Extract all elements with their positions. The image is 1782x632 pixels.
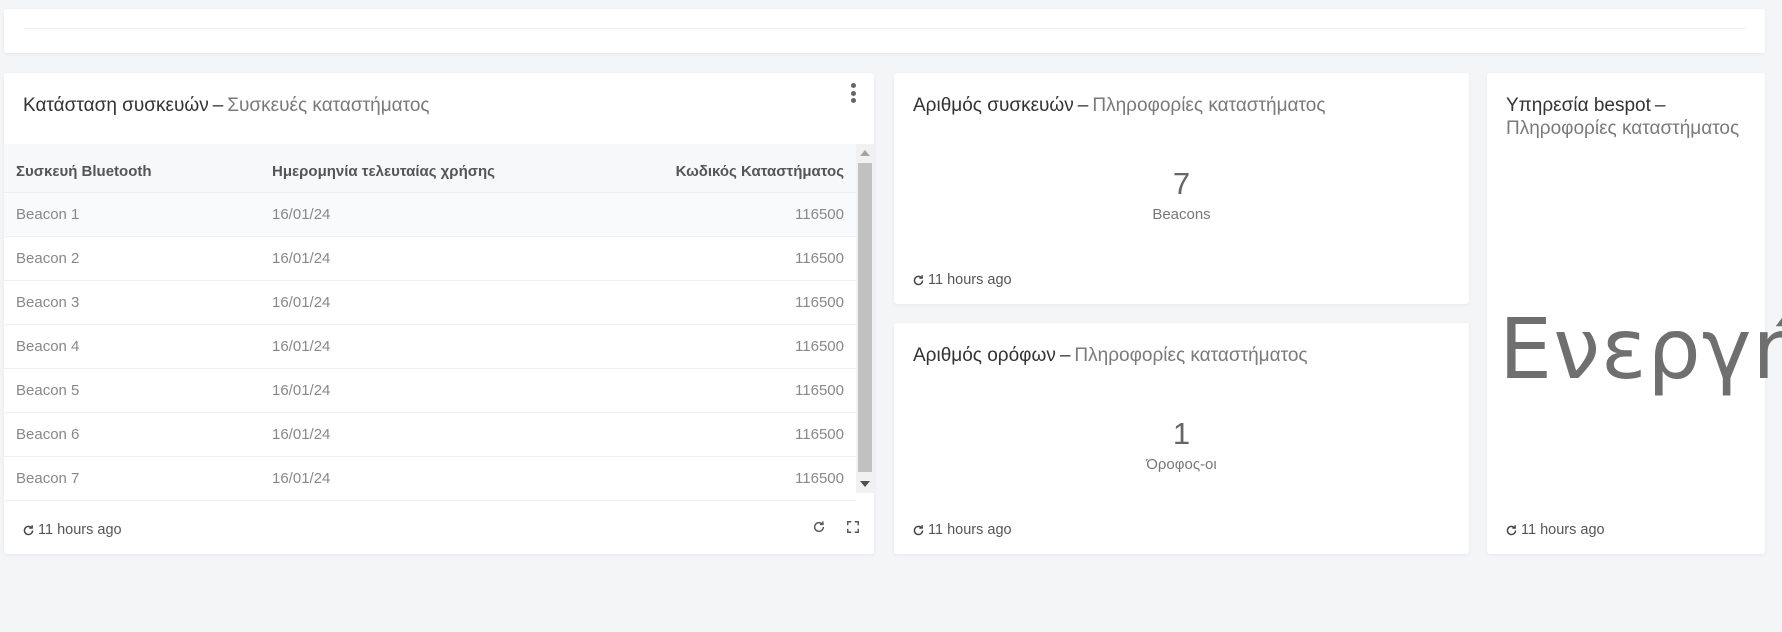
refresh-info: 11 hours ago <box>22 522 122 538</box>
kpi-value: 1 <box>1172 416 1191 451</box>
refresh-info: 11 hours ago <box>912 272 1012 288</box>
fullscreen-icon[interactable] <box>846 520 860 534</box>
table-scrollbar[interactable] <box>856 144 874 493</box>
cell-date: 16/01/24 <box>260 280 600 325</box>
table-row[interactable]: Beacon 3 16/01/24 116500 <box>4 280 856 325</box>
cell-device: Beacon 1 <box>4 192 260 237</box>
refresh-info: 11 hours ago <box>1505 522 1605 538</box>
kebab-menu-icon[interactable] <box>849 81 857 105</box>
card-title-main: Κατάσταση συσκευών <box>23 95 209 116</box>
column-header-last-used[interactable]: Ημερομηνία τελευταίας χρήσης <box>260 144 600 193</box>
refresh-time: 11 hours ago <box>1521 522 1605 538</box>
cell-store-code: 116500 <box>600 280 856 325</box>
cell-store-code: 116500 <box>600 456 856 501</box>
device-table: Συσκευή Bluetooth Ημερομηνία τελευταίας … <box>4 144 856 501</box>
refresh-icon <box>913 524 924 535</box>
cell-date: 16/01/24 <box>260 412 600 457</box>
card-subtitle: Συσκευές καταστήματος <box>227 95 430 116</box>
scroll-up-arrow-icon[interactable] <box>860 150 870 156</box>
table-row[interactable]: Beacon 6 16/01/24 116500 <box>4 412 856 457</box>
card-title-main: Υπηρεσία bespot <box>1506 95 1651 116</box>
refresh-icon <box>1506 524 1517 535</box>
cell-store-code: 116500 <box>600 324 856 369</box>
cell-device: Beacon 3 <box>4 280 260 325</box>
cell-device: Beacon 7 <box>4 456 260 501</box>
card-title-main: Αριθμός ορόφων <box>913 345 1056 366</box>
card-subtitle: Πληροφορίες καταστήματος <box>1092 95 1326 116</box>
cell-store-code: 116500 <box>600 236 856 281</box>
cell-device: Beacon 4 <box>4 324 260 369</box>
scroll-down-arrow-icon[interactable] <box>860 481 870 487</box>
cell-device: Beacon 6 <box>4 412 260 457</box>
table-row[interactable]: Beacon 2 16/01/24 116500 <box>4 236 856 281</box>
cell-device: Beacon 5 <box>4 368 260 413</box>
cell-store-code: 116500 <box>600 412 856 457</box>
device-status-card: Κατάσταση συσκευών – Συσκευές καταστήματος… <box>4 73 874 554</box>
cell-store-code: 116500 <box>600 368 856 413</box>
table-row[interactable]: Beacon 4 16/01/24 116500 <box>4 324 856 369</box>
device-count-card: Αριθμός συσκευών – Πληροφορίες καταστήματο… <box>894 73 1469 304</box>
device-count-title: Αριθμός συσκευών – Πληροφορίες καταστήματο… <box>913 94 1326 117</box>
refresh-time: 11 hours ago <box>928 522 1012 538</box>
service-status-card: Υπηρεσία bespot –Πληροφορίες καταστήματος… <box>1487 73 1782 554</box>
refresh-icon <box>23 524 34 535</box>
service-status-title: Υπηρεσία bespot –Πληροφορίες καταστήματος <box>1506 94 1756 140</box>
card-title-main: Αριθμός συσκευών <box>913 95 1074 116</box>
device-table-wrapper: Συσκευή Bluetooth Ημερομηνία τελευταίας … <box>4 144 874 564</box>
refresh-icon[interactable] <box>812 520 826 534</box>
table-row[interactable]: Beacon 1 16/01/24 116500 <box>4 192 856 237</box>
title-separator: – <box>1077 95 1089 116</box>
kpi-unit: Όροφος-οι <box>1146 456 1217 473</box>
table-row[interactable]: Beacon 5 16/01/24 116500 <box>4 368 856 413</box>
table-header-row: Συσκευή Bluetooth Ημερομηνία τελευταίας … <box>4 144 856 193</box>
card-subtitle: Πληροφορίες καταστήματος <box>1506 118 1740 139</box>
card-tools <box>812 520 860 534</box>
refresh-time: 11 hours ago <box>928 272 1012 288</box>
cell-store-code: 116500 <box>600 192 856 237</box>
column-header-store-code[interactable]: Κωδικός Καταστήματος <box>600 144 856 193</box>
floor-count-title: Αριθμός ορόφων – Πληροφορίες καταστήματος <box>913 344 1308 367</box>
top-filter-card <box>4 9 1765 53</box>
refresh-time: 11 hours ago <box>38 522 122 538</box>
kpi-unit: Beacons <box>1152 206 1211 223</box>
top-divider <box>24 28 1745 29</box>
column-header-device[interactable]: Συσκευή Bluetooth <box>4 144 260 193</box>
cell-device: Beacon 2 <box>4 236 260 281</box>
kpi-value: 7 <box>1172 166 1191 201</box>
refresh-icon <box>913 274 924 285</box>
scroll-thumb[interactable] <box>858 163 872 472</box>
cell-date: 16/01/24 <box>260 324 600 369</box>
cell-date: 16/01/24 <box>260 236 600 281</box>
card-subtitle: Πληροφορίες καταστήματος <box>1074 345 1308 366</box>
cell-date: 16/01/24 <box>260 368 600 413</box>
cell-date: 16/01/24 <box>260 192 600 237</box>
refresh-info: 11 hours ago <box>912 522 1012 538</box>
title-separator: – <box>1059 345 1071 366</box>
table-row[interactable]: Beacon 7 16/01/24 116500 <box>4 456 856 501</box>
floor-count-card: Αριθμός ορόφων – Πληροφορίες καταστήματος … <box>894 323 1469 554</box>
cell-date: 16/01/24 <box>260 456 600 501</box>
title-separator: – <box>1654 95 1666 116</box>
service-status-value: Ενεργή <box>1499 300 1782 398</box>
device-status-title: Κατάσταση συσκευών – Συσκευές καταστήματος <box>23 94 430 117</box>
title-separator: – <box>212 95 224 116</box>
